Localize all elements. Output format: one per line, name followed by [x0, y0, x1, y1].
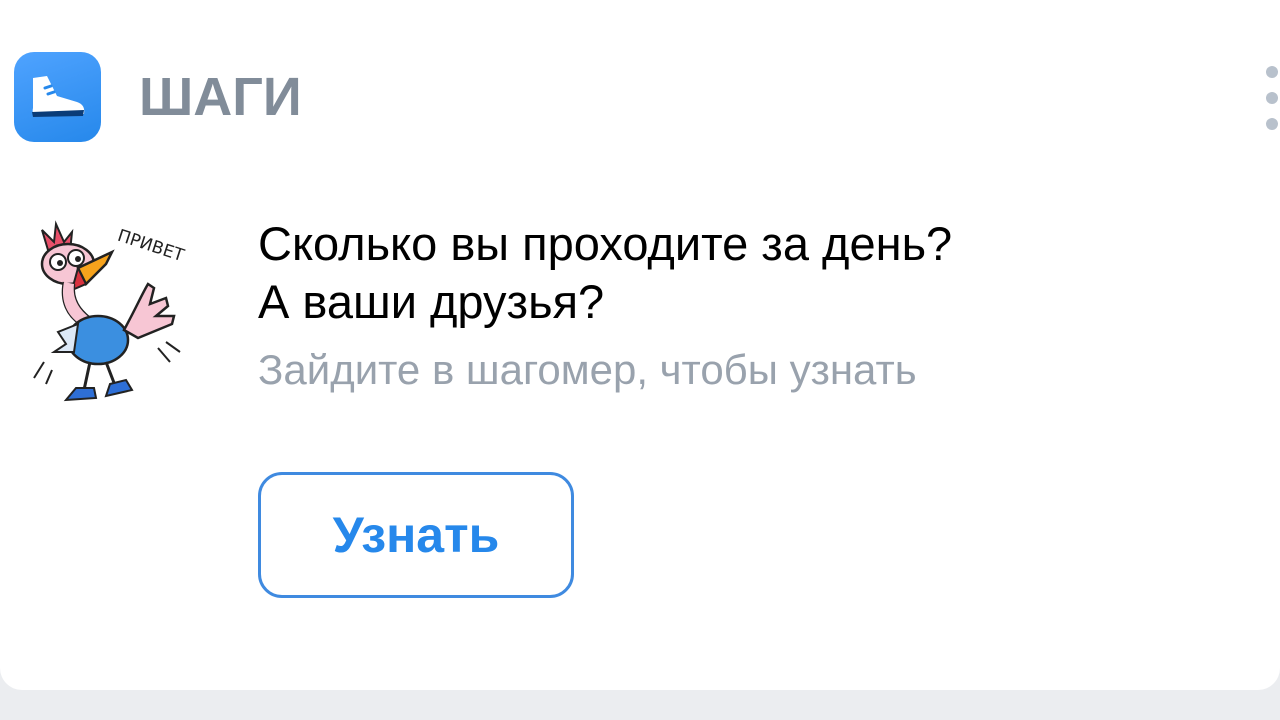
- app-title: ШАГИ: [139, 67, 302, 127]
- learn-button[interactable]: Узнать: [258, 472, 574, 598]
- more-vertical-icon[interactable]: [1266, 66, 1280, 130]
- widget-content: Сколько вы проходите за день? А ваши дру…: [258, 215, 1268, 395]
- steps-widget-card: ШАГИ ПРИВЕТ Сколько вы проходите за день…: [0, 0, 1280, 690]
- widget-header: ШАГИ: [14, 51, 302, 143]
- sneaker-icon: [31, 76, 84, 117]
- headline-line-2: А ваши друзья?: [258, 275, 605, 328]
- headline-line-1: Сколько вы проходите за день?: [258, 217, 953, 270]
- subtitle: Зайдите в шагомер, чтобы узнать: [258, 346, 917, 393]
- sticker-text: ПРИВЕТ: [115, 226, 187, 266]
- ostrich-sticker: ПРИВЕТ: [33, 220, 187, 402]
- app-icon[interactable]: [14, 52, 101, 142]
